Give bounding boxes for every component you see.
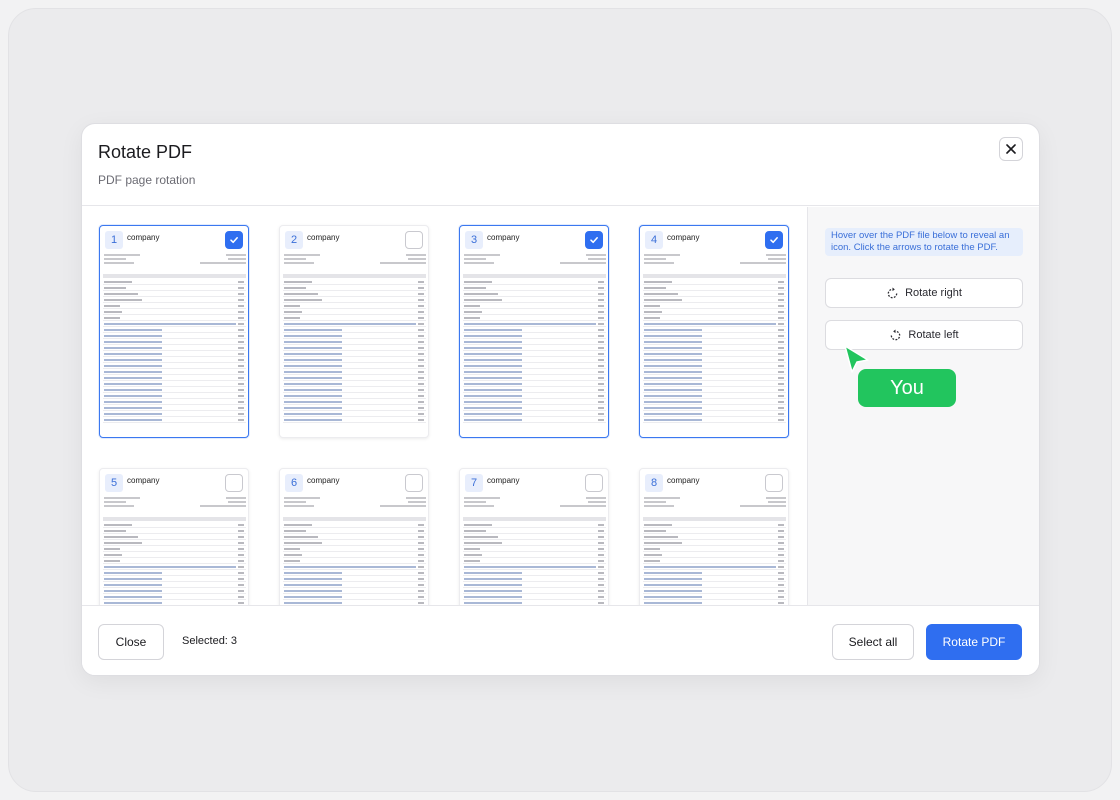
rotate-right-button[interactable]: Rotate right — [825, 278, 1023, 308]
page-thumbnail[interactable]: 6 company — [279, 468, 429, 605]
page-select-checkbox[interactable] — [405, 231, 423, 249]
close-icon — [1006, 144, 1016, 154]
page-select-checkbox[interactable] — [765, 474, 783, 492]
page-number: 6 — [285, 474, 303, 492]
page-number: 7 — [465, 474, 483, 492]
page-address-block — [464, 497, 606, 509]
page-thumbnail[interactable]: 8 company — [639, 468, 789, 605]
page-table — [283, 274, 426, 423]
page-table — [643, 517, 786, 605]
dialog-title: Rotate PDF — [98, 142, 193, 162]
selected-count: Selected: 3 — [182, 635, 238, 647]
page-address-block — [284, 497, 426, 509]
page-number: 4 — [645, 231, 663, 249]
rotate-left-label: Rotate left — [908, 329, 959, 341]
page-thumbnail[interactable]: 5 company — [99, 468, 249, 605]
page-address-block — [104, 254, 246, 266]
page-select-checkbox[interactable] — [225, 231, 243, 249]
rotate-pdf-button[interactable]: Rotate PDF — [926, 624, 1022, 660]
page-table — [283, 517, 426, 605]
page-address-block — [104, 497, 246, 509]
page-address-block — [284, 254, 426, 266]
close-dialog-button[interactable] — [999, 137, 1023, 161]
page-select-checkbox[interactable] — [225, 474, 243, 492]
page-thumbnail[interactable]: 2 company — [279, 225, 429, 438]
page-line-item — [103, 417, 246, 423]
page-select-checkbox[interactable] — [585, 474, 603, 492]
page-company-name: company — [127, 233, 160, 242]
page-table — [463, 274, 606, 423]
page-company-name: company — [307, 233, 340, 242]
page-table — [103, 517, 246, 605]
page-grid: 1 company 2 company 3 company 4 company 5 company… — [82, 207, 807, 605]
page-number: 3 — [465, 231, 483, 249]
dialog-header: Rotate PDF PDF page rotation — [82, 124, 1039, 206]
page-number: 8 — [645, 474, 663, 492]
page-company-name: company — [487, 233, 520, 242]
page-select-checkbox[interactable] — [585, 231, 603, 249]
page-number: 5 — [105, 474, 123, 492]
close-button[interactable]: Close — [98, 624, 164, 660]
dialog-footer: Close Selected: 3 Select all Rotate PDF — [82, 605, 1039, 675]
page-select-checkbox[interactable] — [765, 231, 783, 249]
page-company-name: company — [127, 476, 160, 485]
page-line-item — [463, 417, 606, 423]
page-thumbnail[interactable]: 7 company — [459, 468, 609, 605]
page-table — [463, 517, 606, 605]
page-table — [103, 274, 246, 423]
page-thumbnail[interactable]: 1 company — [99, 225, 249, 438]
page-thumbnail[interactable]: 4 company — [639, 225, 789, 438]
user-cursor-label: You — [858, 369, 956, 407]
page-number: 2 — [285, 231, 303, 249]
check-icon — [590, 237, 598, 244]
dialog-subtitle: PDF page rotation — [98, 173, 196, 187]
page-address-block — [644, 497, 786, 509]
page-select-checkbox[interactable] — [405, 474, 423, 492]
page-line-item — [283, 417, 426, 423]
check-icon — [770, 237, 778, 244]
page-company-name: company — [487, 476, 520, 485]
rotate-right-label: Rotate right — [905, 287, 962, 299]
page-address-block — [464, 254, 606, 266]
page-thumbnail[interactable]: 3 company — [459, 225, 609, 438]
rotate-left-icon — [891, 328, 901, 340]
check-icon — [230, 237, 238, 244]
page-company-name: company — [307, 476, 340, 485]
rotate-right-icon — [887, 286, 898, 298]
page-company-name: company — [667, 476, 700, 485]
page-line-item — [643, 417, 786, 423]
page-address-block — [644, 254, 786, 266]
rotation-hint: Hover over the PDF file below to reveal … — [825, 228, 1023, 256]
page-table — [643, 274, 786, 423]
page-number: 1 — [105, 231, 123, 249]
page-company-name: company — [667, 233, 700, 242]
select-all-button[interactable]: Select all — [832, 624, 914, 660]
